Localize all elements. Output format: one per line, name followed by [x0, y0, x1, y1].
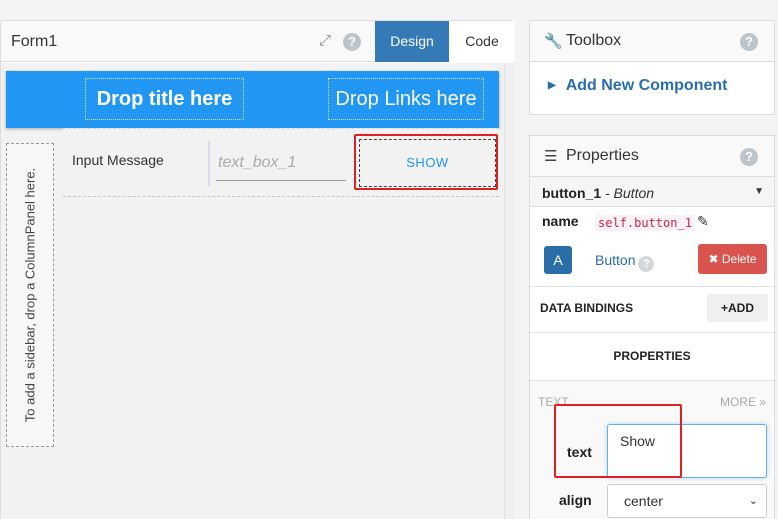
drop-title-slot[interactable]: Drop title here: [85, 78, 244, 120]
input-message-label[interactable]: Input Message: [72, 152, 164, 168]
align-field-label: align: [559, 492, 592, 508]
add-component-label: Add New Component: [565, 77, 728, 94]
name-label: name: [542, 213, 579, 229]
plus-icon: +: [720, 301, 728, 315]
delete-button[interactable]: ✖ Delete: [698, 244, 767, 274]
help-icon[interactable]: ?: [638, 256, 655, 272]
tab-code[interactable]: Code: [449, 21, 515, 62]
add-label: ADD: [728, 301, 754, 315]
role-button[interactable]: A: [544, 246, 572, 274]
pencil-icon[interactable]: ✎: [697, 213, 709, 230]
help-icon[interactable]: ?: [343, 33, 361, 51]
wrench-icon: 🔧: [544, 33, 563, 50]
data-bindings-label: DATA BINDINGS: [540, 301, 634, 315]
properties-heading: PROPERTIES: [613, 349, 691, 363]
more-link[interactable]: MORE »: [720, 395, 766, 409]
highlight-show-button: [354, 134, 498, 190]
add-new-component[interactable]: ▶ Add New Component: [548, 77, 727, 95]
properties-section: PROPERTIES: [530, 332, 774, 380]
toolbox-title: Toolbox: [566, 32, 622, 49]
app-root: Form1 ⤢ ? Design Code Drop title here Dr…: [0, 0, 778, 519]
toolbox-panel: 🔧 Toolbox ? ▶ Add New Component: [529, 20, 775, 115]
more-label: MORE: [719, 395, 756, 409]
designer-panel: Form1 ⤢ ? Design Code Drop title here Dr…: [0, 20, 515, 519]
sidebar-hint: To add a sidebar, drop a ColumnPanel her…: [22, 167, 38, 423]
tab-design[interactable]: Design: [375, 21, 449, 62]
component-type: - Button: [605, 185, 655, 201]
toolbox-header: 🔧 Toolbox ?: [530, 21, 774, 62]
properties-title: Properties: [566, 147, 639, 164]
delete-label: Delete: [721, 252, 757, 266]
text-box-1[interactable]: text_box_1: [216, 149, 346, 181]
component-selector[interactable]: button_1 - Button ▼: [530, 177, 774, 207]
chevron-down-icon: ⌄: [748, 495, 758, 507]
double-chevron-down-icon: »: [759, 395, 766, 409]
type-label: Button?: [595, 252, 655, 272]
align-select[interactable]: center ⌄: [607, 484, 767, 518]
sidebar-drop-zone[interactable]: To add a sidebar, drop a ColumnPanel her…: [6, 143, 54, 447]
name-value: self.button_1: [595, 215, 695, 231]
form-title: Form1: [11, 33, 58, 50]
align-value: center: [624, 493, 663, 509]
highlight-text-property: [554, 404, 682, 478]
designer-header: Form1 ⤢ ? Design Code: [1, 21, 515, 62]
designer-scrollbar[interactable]: [504, 63, 514, 519]
caret-right-icon: ▶: [548, 80, 556, 91]
type-label-text: Button: [595, 252, 636, 268]
caret-down-icon: ▼: [754, 186, 764, 197]
add-binding-button[interactable]: +ADD: [707, 294, 768, 322]
column-divider[interactable]: [208, 141, 210, 186]
drop-links-slot[interactable]: Drop Links here: [328, 78, 484, 120]
app-title-bar: Drop title here Drop Links here: [6, 71, 499, 128]
component-name: button_1: [542, 185, 602, 201]
data-bindings-section: DATA BINDINGS +ADD: [530, 286, 774, 332]
help-icon[interactable]: ?: [740, 33, 758, 51]
help-icon[interactable]: ?: [740, 148, 758, 166]
sliders-icon: ☰: [544, 148, 558, 165]
expand-icon[interactable]: ⤢: [319, 33, 335, 49]
properties-header: ☰ Properties ?: [530, 136, 774, 177]
close-icon: ✖: [708, 252, 719, 266]
form-canvas: Drop title here Drop Links here To add a…: [1, 63, 504, 519]
